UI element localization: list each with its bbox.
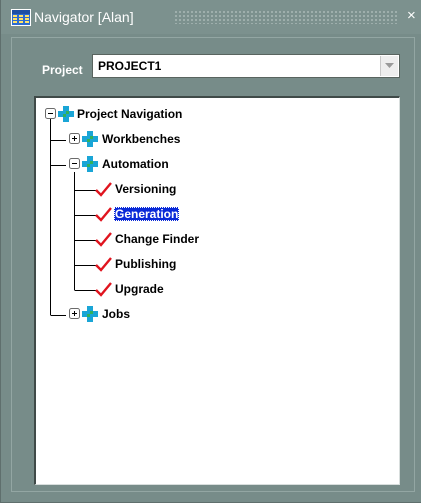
close-icon[interactable]: × — [407, 5, 423, 27]
tree-node-label: Upgrade — [115, 282, 164, 296]
checkmark-icon — [95, 257, 112, 272]
checkmark-icon — [95, 207, 112, 222]
checkmark-icon — [95, 282, 112, 297]
tree-node-label: Project Navigation — [77, 107, 183, 121]
checkmark-icon — [95, 182, 112, 197]
collapse-icon[interactable] — [69, 158, 80, 169]
cross-icon — [58, 106, 74, 122]
chevron-down-icon — [385, 63, 394, 68]
project-dropdown[interactable]: PROJECT1 — [92, 54, 400, 78]
cross-icon — [82, 306, 98, 322]
tree-node-label: Automation — [102, 157, 169, 171]
tree-node-label: Jobs — [102, 307, 131, 321]
project-label: Project — [42, 63, 83, 77]
tree-node-label: Publishing — [115, 257, 177, 271]
collapse-icon[interactable] — [45, 108, 56, 119]
title-bar-texture — [174, 10, 399, 24]
tree-node-label: Change Finder — [115, 232, 200, 246]
title-bar[interactable]: Navigator [Alan] × — [1, 0, 421, 34]
expand-icon[interactable] — [69, 133, 80, 144]
tree-node-label-selected: Generation — [114, 207, 180, 221]
navigator-window: Navigator [Alan] × Project PROJECT1 Proj… — [0, 0, 421, 503]
tree-node-label: Workbenches — [102, 132, 181, 146]
navigation-tree[interactable]: Project Navigation Workbenches Automatio… — [34, 96, 400, 485]
dropdown-arrow-button[interactable] — [380, 56, 398, 76]
grid-app-icon — [11, 9, 31, 26]
expand-icon[interactable] — [69, 308, 80, 319]
checkmark-icon — [95, 232, 112, 247]
project-value: PROJECT1 — [98, 59, 162, 73]
cross-icon — [82, 131, 98, 147]
window-title: Navigator [Alan] — [34, 9, 134, 25]
tree-node-label: Versioning — [115, 182, 177, 196]
cross-icon — [82, 156, 98, 172]
